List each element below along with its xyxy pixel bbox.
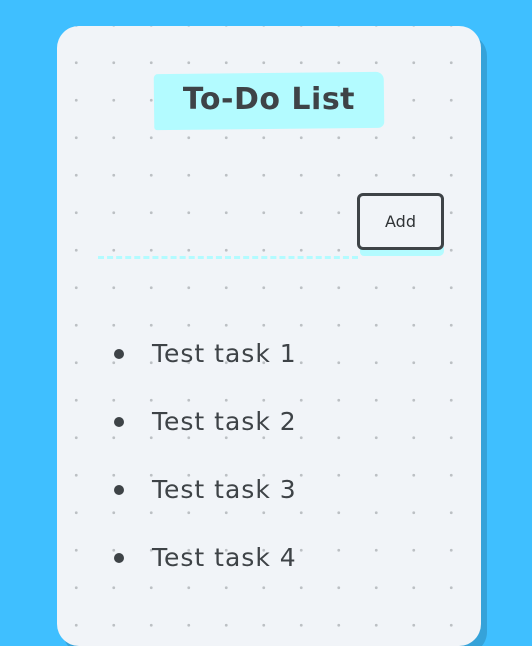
task-list: Test task 1 Test task 2 Test task 3 Test… [98, 320, 297, 592]
bullet-icon [114, 349, 124, 359]
list-item[interactable]: Test task 2 [98, 388, 297, 456]
add-button[interactable]: Add [357, 193, 444, 250]
bullet-icon [114, 417, 124, 427]
bullet-icon [114, 485, 124, 495]
task-label: Test task 1 [152, 339, 297, 368]
task-input[interactable] [98, 234, 358, 259]
page-title: To-Do List [182, 82, 356, 118]
task-label: Test task 2 [152, 407, 297, 436]
list-item[interactable]: Test task 3 [98, 456, 297, 524]
task-label: Test task 4 [152, 543, 297, 572]
list-item[interactable]: Test task 1 [98, 320, 297, 388]
list-item[interactable]: Test task 4 [98, 524, 297, 592]
bullet-icon [114, 553, 124, 563]
task-label: Test task 3 [152, 475, 297, 504]
title-highlight: To-Do List [153, 71, 385, 131]
todo-card: To-Do List Add Test task 1 Test task 2 T… [57, 26, 481, 646]
